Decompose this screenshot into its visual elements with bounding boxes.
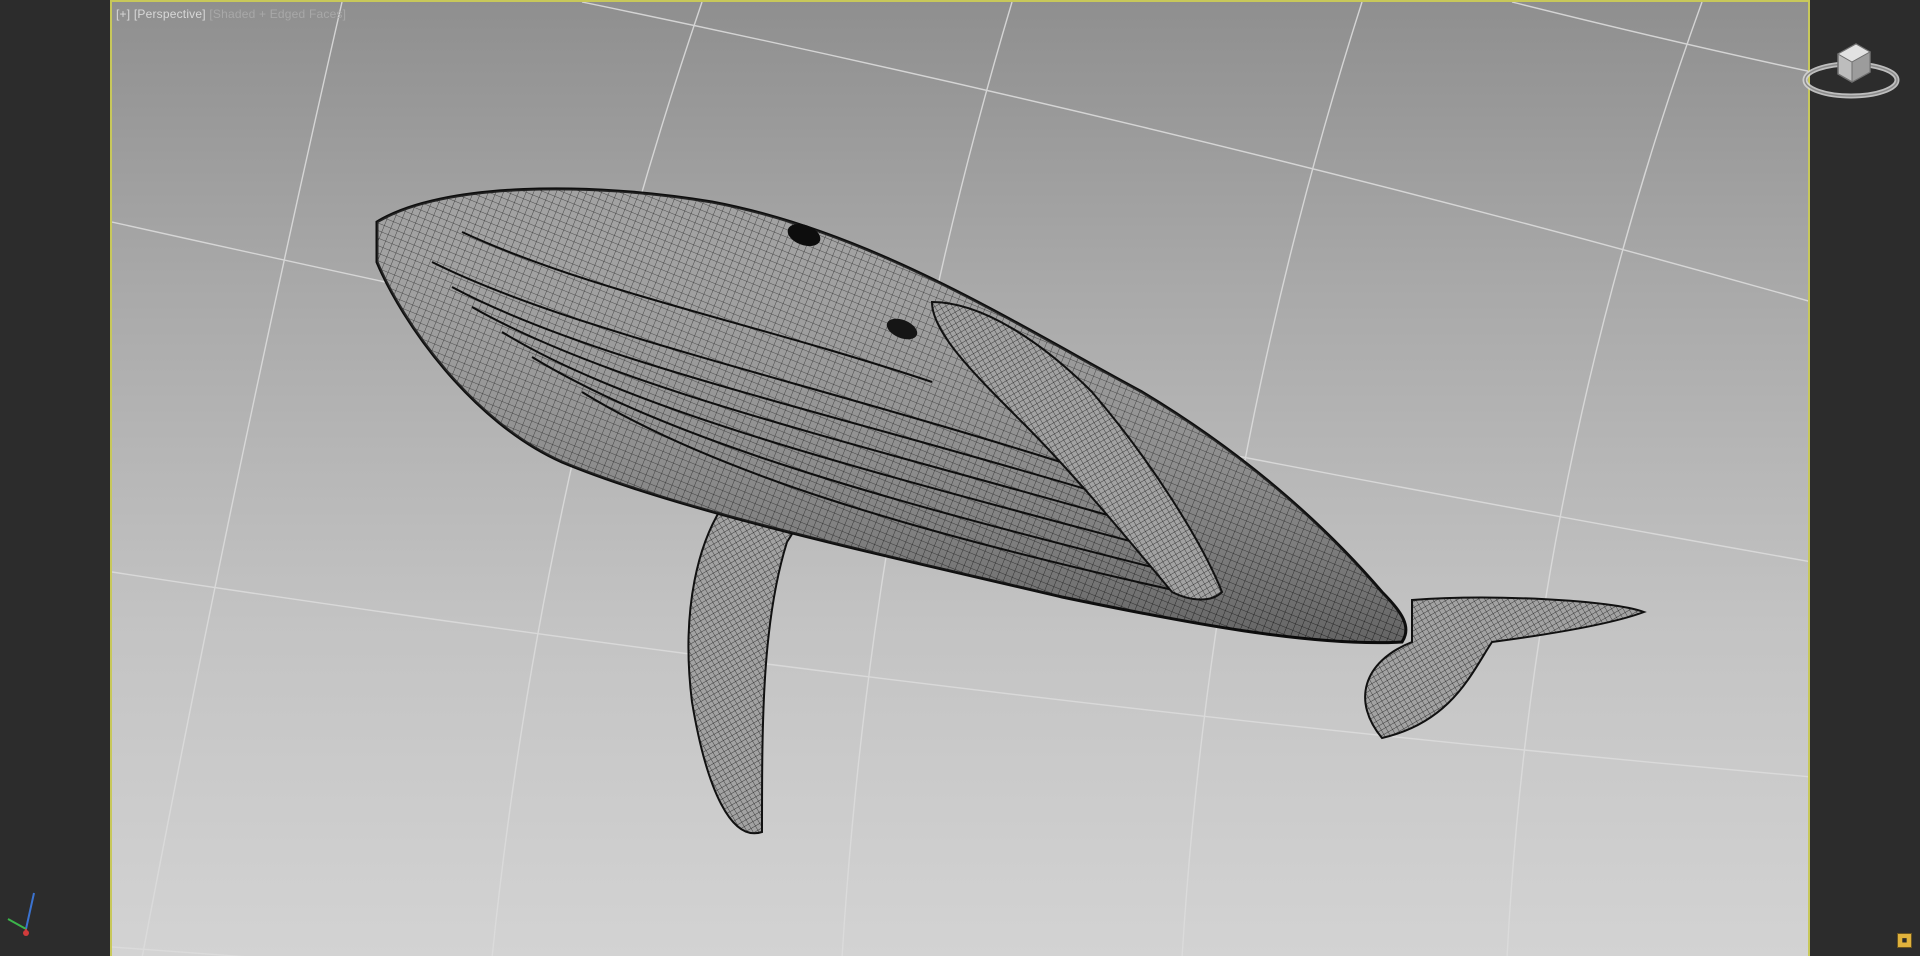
viewport-scene (112, 2, 1808, 956)
viewcube-icon[interactable] (1798, 36, 1904, 112)
app-window: [+] [Perspective] [Shaded + Edged Faces]… (0, 0, 1920, 956)
perspective-viewport[interactable]: [+] [Perspective] [Shaded + Edged Faces] (110, 0, 1810, 956)
viewport-menu-plus[interactable]: [+] (116, 7, 130, 21)
viewport-view-menu[interactable]: [Perspective] (134, 7, 206, 21)
left-side-panel (0, 0, 110, 956)
tail-fluke[interactable] (1364, 596, 1647, 740)
axis-tripod-icon (7, 892, 35, 936)
viewport-shading-menu[interactable]: [Shaded + Edged Faces] (209, 7, 346, 21)
whale-mesh[interactable] (375, 187, 1647, 835)
viewport-badge-icon[interactable]: ■ (1897, 933, 1912, 948)
right-side-panel (1810, 0, 1920, 956)
viewport-label: [+] [Perspective] [Shaded + Edged Faces] (116, 7, 346, 21)
